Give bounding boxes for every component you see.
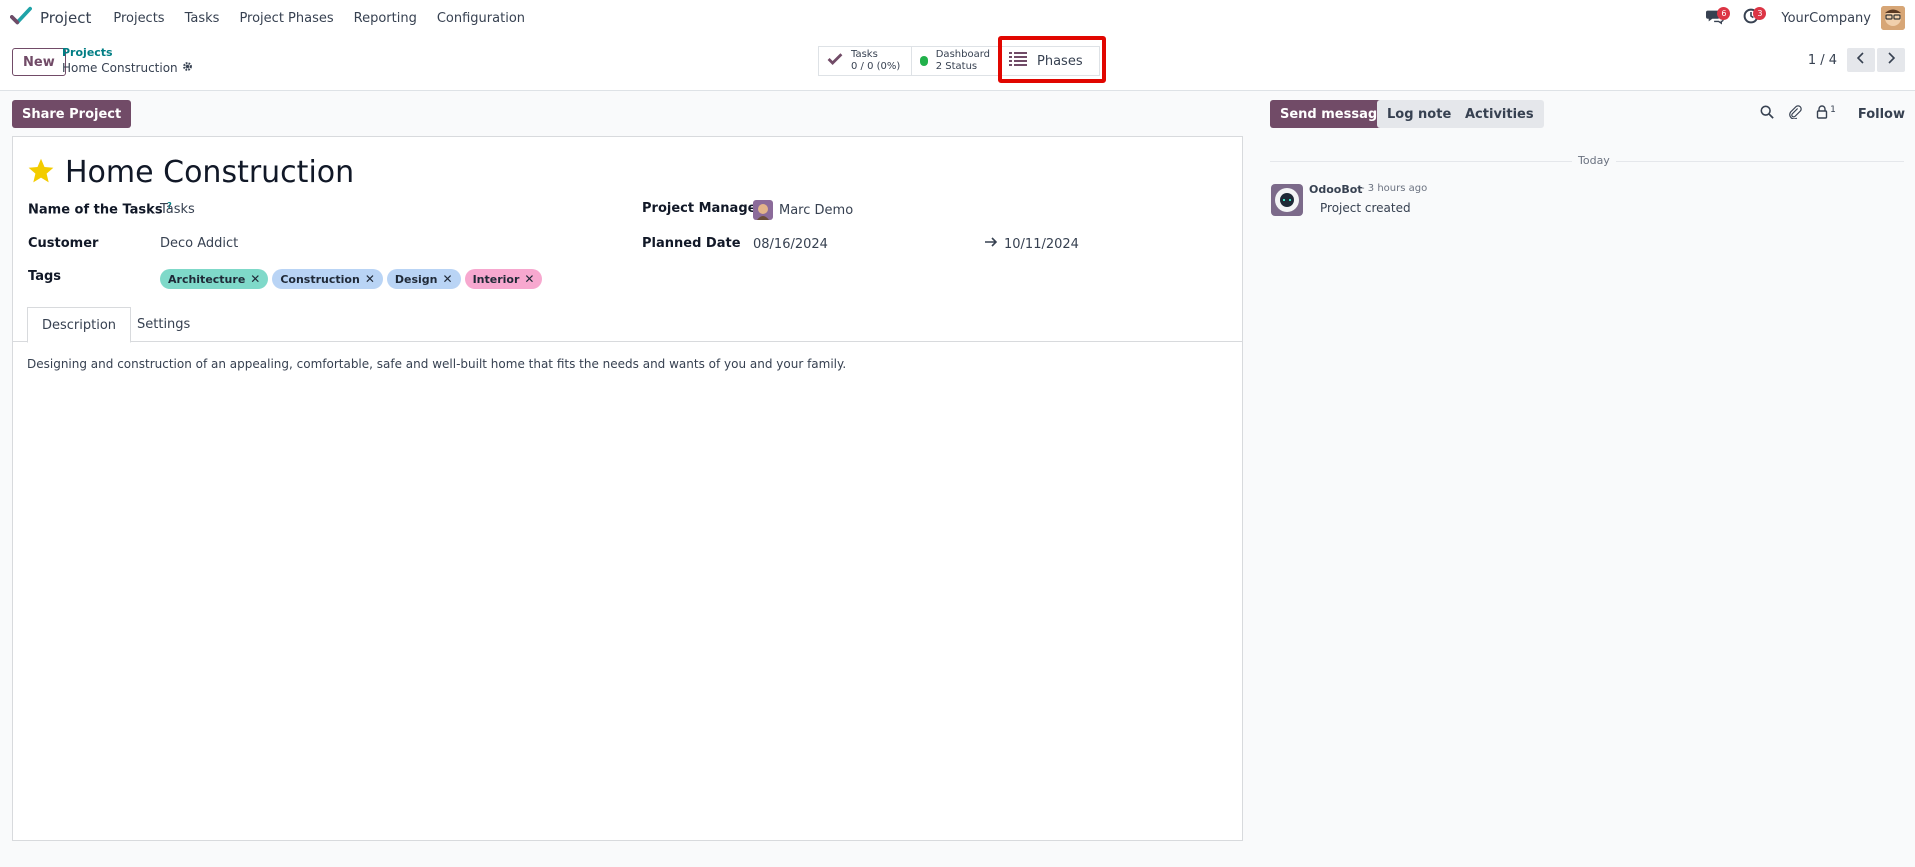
message-author[interactable]: OdooBot xyxy=(1309,183,1363,196)
tags-field[interactable]: Architecture ✕ Construction ✕ Design ✕ Inte… xyxy=(160,269,543,289)
status-dot-icon xyxy=(920,56,928,66)
breadcrumb-current-label: Home Construction xyxy=(62,61,178,75)
menu-reporting[interactable]: Reporting xyxy=(344,0,427,36)
remove-tag-icon[interactable]: ✕ xyxy=(365,272,375,286)
project-title[interactable]: Home Construction xyxy=(65,155,354,190)
chatter-toolbar: 1 Follow xyxy=(1760,100,1905,128)
message-time: - 3 hours ago xyxy=(1361,183,1428,194)
tab-settings[interactable]: Settings xyxy=(122,307,205,342)
tag-design[interactable]: Design ✕ xyxy=(386,269,461,289)
messages-badge: 6 xyxy=(1717,7,1731,20)
tag-label: Design xyxy=(394,272,438,286)
tags-label: Tags xyxy=(28,269,62,284)
pager-value[interactable]: 1 / 4 xyxy=(1808,53,1837,68)
activities-button[interactable]: 3 xyxy=(1733,0,1769,36)
tasks-name-field[interactable]: Tasks xyxy=(160,202,195,217)
tasks-name-label: Name of the Tasks ? xyxy=(28,201,172,217)
gear-icon[interactable] xyxy=(182,60,193,76)
tasks-name-label-text: Name of the Tasks xyxy=(28,202,163,218)
tasks-stat-button[interactable]: Tasks 0 / 0 (0%) xyxy=(818,46,912,76)
followers-count: 1 xyxy=(1830,105,1836,115)
remove-tag-icon[interactable]: ✕ xyxy=(443,272,453,286)
tasks-stat-value: 0 / 0 (0%) xyxy=(851,61,901,72)
messages-button[interactable]: 6 xyxy=(1697,0,1733,36)
customer-field[interactable]: Deco Addict xyxy=(160,236,238,251)
check-icon xyxy=(827,52,843,70)
pager-next-button[interactable] xyxy=(1877,48,1905,72)
remove-tag-icon[interactable]: ✕ xyxy=(250,272,260,286)
log-note-button[interactable]: Log note xyxy=(1377,100,1462,128)
follow-button[interactable]: Follow xyxy=(1858,107,1905,122)
control-panel: New Projects Home Construction Tasks 0 /… xyxy=(0,36,1915,91)
remove-tag-icon[interactable]: ✕ xyxy=(524,272,534,286)
pager-previous-button[interactable] xyxy=(1847,48,1875,72)
odoobot-avatar[interactable] xyxy=(1271,184,1303,216)
company-switcher[interactable]: YourCompany xyxy=(1781,11,1871,26)
activities-button-chatter[interactable]: Activities xyxy=(1455,100,1544,128)
user-lock-icon xyxy=(1816,105,1828,123)
user-avatar[interactable] xyxy=(1881,6,1905,30)
manager-name: Marc Demo xyxy=(779,202,854,218)
menu-configuration[interactable]: Configuration xyxy=(427,0,535,36)
tag-architecture[interactable]: Architecture ✕ xyxy=(160,269,269,289)
menu-project-phases[interactable]: Project Phases xyxy=(229,0,343,36)
app-name: Project xyxy=(40,9,92,27)
star-icon[interactable] xyxy=(27,157,55,189)
dashboard-stat-value: 2 Status xyxy=(935,61,978,72)
share-project-button[interactable]: Share Project xyxy=(12,100,132,128)
project-description[interactable]: Designing and construction of an appeali… xyxy=(27,357,846,371)
phases-highlight-box xyxy=(998,36,1106,83)
dashboard-stat-label: Dashboard xyxy=(935,49,990,60)
project-manager-field[interactable]: Marc Demo xyxy=(753,200,853,220)
dashboard-stat-button[interactable]: Dashboard 2 Status xyxy=(911,46,999,76)
planned-start-date[interactable]: 08/16/2024 xyxy=(753,237,828,252)
paperclip-icon[interactable] xyxy=(1788,105,1802,123)
chevron-left-icon xyxy=(1856,52,1865,68)
breadcrumb: Projects Home Construction xyxy=(62,46,193,76)
tag-construction[interactable]: Construction ✕ xyxy=(272,269,383,289)
breadcrumb-current: Home Construction xyxy=(62,60,193,76)
tag-interior[interactable]: Interior ✕ xyxy=(464,269,543,289)
form-sheet: Home Construction Name of the Tasks ? Ta… xyxy=(12,136,1243,841)
menu-projects[interactable]: Projects xyxy=(103,0,174,36)
followers-button[interactable]: 1 xyxy=(1816,105,1836,123)
record-pager: 1 / 4 xyxy=(1808,48,1905,72)
new-button[interactable]: New xyxy=(12,48,66,76)
menu-tasks[interactable]: Tasks xyxy=(175,0,230,36)
activities-badge: 3 xyxy=(1753,7,1767,20)
manager-avatar xyxy=(753,200,773,220)
message-body: Project created xyxy=(1320,201,1411,215)
tag-label: Interior xyxy=(472,272,520,286)
project-check-icon xyxy=(10,5,32,31)
project-manager-label: Project Manager xyxy=(642,201,763,216)
search-icon[interactable] xyxy=(1760,105,1774,123)
tag-label: Architecture xyxy=(168,272,246,286)
breadcrumb-projects-link[interactable]: Projects xyxy=(62,46,193,60)
planned-date-label: Planned Date xyxy=(642,236,741,251)
arrow-right-icon xyxy=(984,236,998,252)
notebook-tabs: Description Settings xyxy=(13,307,1242,343)
tag-label: Construction xyxy=(280,272,360,286)
date-divider: Today xyxy=(1572,154,1616,167)
tab-description[interactable]: Description xyxy=(27,307,132,343)
title-row: Home Construction xyxy=(27,155,354,190)
app-brand[interactable]: Project xyxy=(10,0,103,36)
chevron-right-icon xyxy=(1887,52,1896,68)
planned-end-date[interactable]: 10/11/2024 xyxy=(1004,237,1079,252)
tasks-stat-label: Tasks xyxy=(851,49,878,60)
customer-label: Customer xyxy=(28,236,99,251)
top-navbar: Project Projects Tasks Project Phases Re… xyxy=(0,0,1915,36)
